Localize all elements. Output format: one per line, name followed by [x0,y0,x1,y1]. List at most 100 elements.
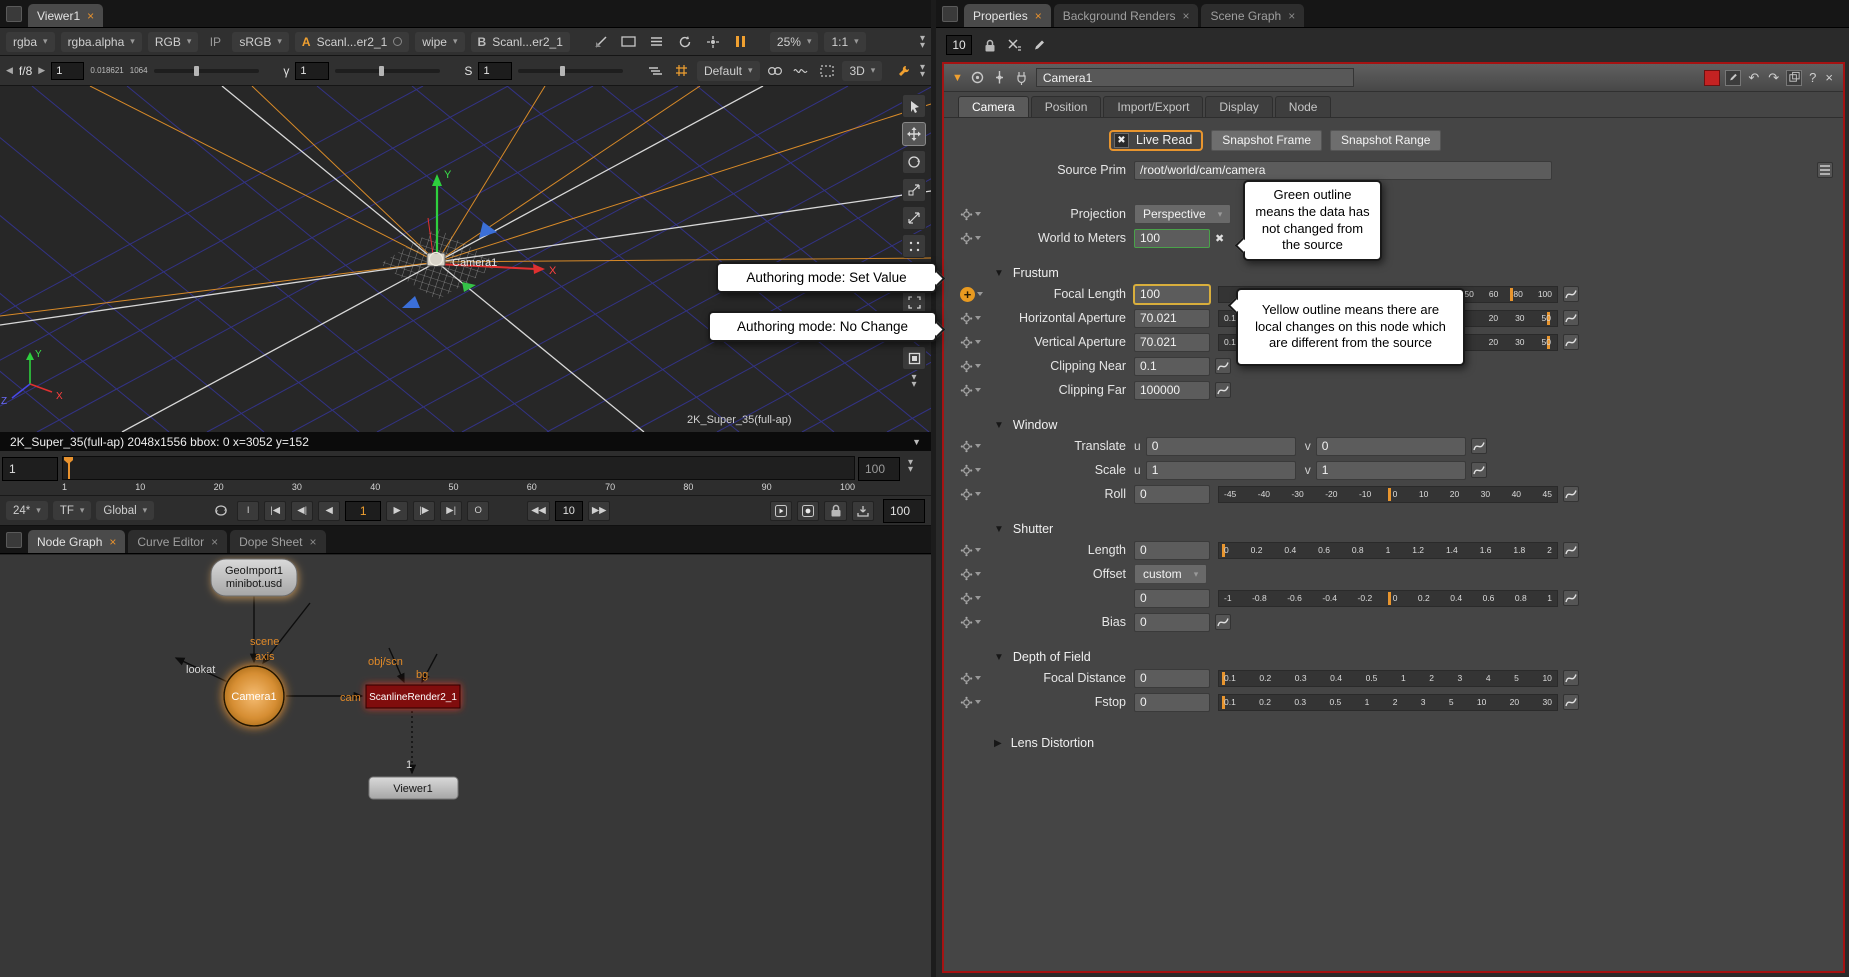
authoring-mode-icon[interactable] [960,568,994,581]
authoring-mode-icon[interactable] [960,360,994,373]
snap-grid-icon[interactable] [902,234,926,258]
group-frustum[interactable]: ▼Frustum [994,266,1843,280]
window-scale-v-input[interactable]: 1 [1316,461,1466,480]
curve-icon[interactable] [1471,438,1487,454]
clear-icon[interactable]: ✖ [1215,232,1224,245]
close-icon[interactable]: × [87,11,94,21]
slider-handle[interactable] [560,66,565,76]
curve-icon[interactable] [1563,486,1579,502]
curve-icon[interactable] [1563,694,1579,710]
fstop-input[interactable]: 0 [1134,693,1210,712]
authoring-mode-icon[interactable] [960,440,994,453]
viewer-3d-viewport[interactable]: Y X Camera1 Y X Z 2K_Super_35(full-ap) [0,86,931,432]
tab-node[interactable]: Node [1275,96,1332,117]
frame-increment-input[interactable]: 10 [555,501,583,521]
timeline-strip[interactable] [62,456,855,480]
translate-tool-icon[interactable] [902,122,926,146]
clipping-far-input[interactable]: 100000 [1134,381,1210,400]
rotate-tool-icon[interactable] [902,150,926,174]
shutter-custom-input[interactable]: 0 [1134,589,1210,608]
authoring-mode-icon[interactable] [960,464,994,477]
colorspace-dropdown[interactable]: sRGB▾ [232,32,289,52]
snapshot-range-button[interactable]: Snapshot Range [1330,130,1441,151]
gain-input[interactable]: 1 [51,62,84,80]
alpha-layer-dropdown[interactable]: rgba.alpha▾ [61,32,142,52]
next-frame-button[interactable]: |▶ [413,501,435,521]
node-name-field[interactable]: Camera1 [1036,68,1354,87]
shutter-custom-slider[interactable]: -1-0.8-0.6-0.4-0.200.20.40.60.81 [1218,590,1558,607]
pause-icon[interactable] [730,32,752,52]
window-roll-input[interactable]: 0 [1134,485,1210,504]
wipe-slash-icon[interactable] [590,32,612,52]
authoring-mode-icon[interactable] [960,336,994,349]
group-shutter[interactable]: ▼Shutter [994,522,1843,536]
curve-icon[interactable] [1563,310,1579,326]
gamma-input[interactable]: 1 [295,62,328,80]
tab-properties[interactable]: Properties × [964,4,1051,27]
play-forward-button[interactable]: ▶ [386,501,408,521]
close-icon[interactable]: × [310,537,317,547]
shutter-length-input[interactable]: 0 [1134,541,1210,560]
input-b-dropdown[interactable]: BScanl...er2_1 [471,32,570,52]
live-read-checkbox[interactable]: ✖ [1114,133,1129,148]
lut-dropdown[interactable]: Default▾ [697,61,760,81]
horizontal-aperture-input[interactable]: 70.021 [1134,309,1210,328]
authoring-mode-icon[interactable] [960,384,994,397]
clipping-near-input[interactable]: 0.1 [1134,357,1210,376]
grid-overlay-icon[interactable] [671,61,691,81]
curve-icon[interactable] [1215,382,1231,398]
shutter-length-slider[interactable]: 00.20.40.60.811.21.41.61.82 [1218,542,1558,559]
playhead[interactable] [68,457,70,479]
goto-end-button[interactable]: ▶| [440,501,462,521]
tab-viewer1[interactable]: Viewer1 × [28,4,103,27]
shutter-offset-dropdown[interactable]: custom▾ [1134,564,1207,584]
redo-icon[interactable]: ↷ [1766,70,1781,86]
playback-end-input[interactable]: 100 [883,499,925,523]
authoring-mode-icon[interactable] [960,616,994,629]
curve-icon[interactable] [1471,462,1487,478]
slider-handle[interactable] [379,66,384,76]
clear-panels-icon[interactable] [1007,38,1022,52]
center-node-icon[interactable] [970,70,985,85]
tf-dropdown[interactable]: TF▾ [53,501,92,520]
select-tool-icon[interactable] [902,94,926,118]
skip-forward-button[interactable]: ▶▶ [588,501,611,521]
curve-icon[interactable] [1563,286,1579,302]
authoring-mode-icon[interactable] [960,696,994,709]
tab-position[interactable]: Position [1031,96,1102,117]
max-panels-input[interactable]: 10 [946,35,972,55]
close-panel-icon[interactable]: × [1823,70,1835,85]
pane-menu-icon[interactable] [6,6,22,22]
focal-distance-input[interactable]: 0 [1134,669,1210,688]
stereo-icon[interactable] [766,61,786,81]
tab-import-export[interactable]: Import/Export [1103,96,1203,117]
proxy-ratio-dropdown[interactable]: 1:1▾ [824,32,865,52]
fstop-label[interactable]: f/8 [19,64,32,78]
toolbar-overflow-icon[interactable]: ▾▾ [920,64,925,78]
pane-menu-icon[interactable] [6,532,22,548]
lock-icon[interactable] [982,38,997,53]
timeline-overflow-icon[interactable]: ▾▾ [908,459,913,473]
refresh-icon[interactable] [674,32,696,52]
pin-panel-icon[interactable] [992,70,1007,85]
close-icon[interactable]: × [109,537,116,547]
authoring-mode-icon[interactable] [960,544,994,557]
close-icon[interactable]: × [1288,11,1295,21]
roi-icon[interactable] [817,61,837,81]
menu-icon[interactable] [646,32,668,52]
window-translate-u-input[interactable]: 0 [1146,437,1296,456]
authoring-mode-icon[interactable] [960,488,994,501]
scale-tool-icon[interactable] [902,178,926,202]
scenegraph-browse-icon[interactable] [1817,162,1833,178]
fps-dropdown[interactable]: 24*▾ [6,501,48,520]
world-to-meters-input[interactable]: 100 [1134,229,1210,248]
wrench-icon[interactable] [894,61,914,81]
authoring-mode-set-value-icon[interactable]: + [960,287,994,302]
curve-icon[interactable] [1563,670,1579,686]
tab-display[interactable]: Display [1205,96,1272,117]
authoring-mode-icon[interactable] [960,208,994,221]
float-panel-icon[interactable] [1786,70,1802,86]
curve-icon[interactable] [1215,358,1231,374]
translate-handle-icon[interactable] [402,296,420,308]
curve-icon[interactable] [1563,590,1579,606]
